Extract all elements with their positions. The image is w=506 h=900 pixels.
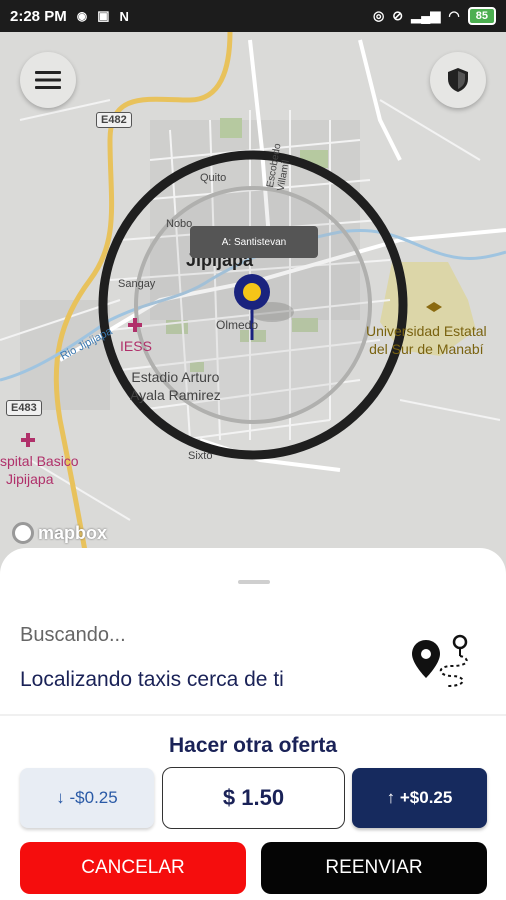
poi-label-line: Ayala Ramirez xyxy=(130,387,221,403)
locating-label: Localizando taxis cerca de ti xyxy=(20,668,284,691)
poi-label-hospital: spital Basico Jipijapa xyxy=(0,452,79,488)
shield-icon xyxy=(448,68,468,92)
battery-indicator: 85 xyxy=(467,7,496,25)
wifi-icon: ◠ xyxy=(448,8,460,23)
mapbox-logo[interactable]: mapbox xyxy=(12,522,107,544)
status-bar: 2:28 PM ◉ ▣ N ◎ ⊘ ▂▄▆ ◠ 85 xyxy=(0,0,506,32)
street-label: Sixto xyxy=(188,450,213,462)
increase-offer-button[interactable]: ↑ +$0.25 xyxy=(352,768,487,828)
location-icon: ◎ xyxy=(372,8,385,23)
pickup-tooltip: A: Santistevan xyxy=(190,226,318,258)
hamburger-icon xyxy=(35,71,61,89)
safety-button[interactable] xyxy=(430,52,486,108)
resend-button[interactable]: REENVIAR xyxy=(261,842,487,894)
poi-label-line: Jipijapa xyxy=(6,471,54,487)
road-sign-e483: E483 xyxy=(6,400,42,416)
car-icon: ▣ xyxy=(97,8,110,23)
poi-label-line: spital Basico xyxy=(0,453,79,469)
offer-title: Hacer otra oferta xyxy=(168,734,338,757)
n-app-icon: N xyxy=(119,8,129,24)
clock: 2:28 PM xyxy=(10,7,67,25)
signal-icon: ▂▄▆ xyxy=(411,8,441,23)
route-icon xyxy=(412,634,468,687)
drag-handle[interactable] xyxy=(238,580,270,584)
road-sign-e482: E482 xyxy=(96,112,132,128)
menu-button[interactable] xyxy=(20,52,76,108)
notification-icon: ◉ xyxy=(76,9,88,23)
price-display: $ 1.50 xyxy=(162,767,345,829)
silent-icon: ⊘ xyxy=(392,8,404,23)
searching-label: Buscando... xyxy=(20,624,126,646)
mapbox-icon xyxy=(12,522,34,544)
decrease-offer-button[interactable]: ↓ -$0.25 xyxy=(20,768,154,828)
poi-label-line: Estadio Arturo xyxy=(131,369,220,385)
cancel-button[interactable]: CANCELAR xyxy=(20,842,246,894)
street-label: Quito xyxy=(200,172,227,184)
poi-label-line: del Sur de Manabí xyxy=(369,341,484,357)
street-label: Sangay xyxy=(118,278,156,290)
poi-label-line: Universidad Estatal xyxy=(366,323,487,339)
mapbox-wordmark: mapbox xyxy=(38,522,108,543)
street-label: Olmedo xyxy=(216,318,259,332)
poi-label-iess: IESS xyxy=(120,338,152,354)
poi-label-estadio: Estadio Arturo Ayala Ramirez xyxy=(130,368,221,404)
bottom-sheet: Buscando... Localizando taxis cerca de t… xyxy=(0,548,506,900)
street-label: Nobo xyxy=(166,218,193,230)
divider xyxy=(0,714,506,716)
poi-label-universidad: Universidad Estatal del Sur de Manabí xyxy=(366,322,487,358)
